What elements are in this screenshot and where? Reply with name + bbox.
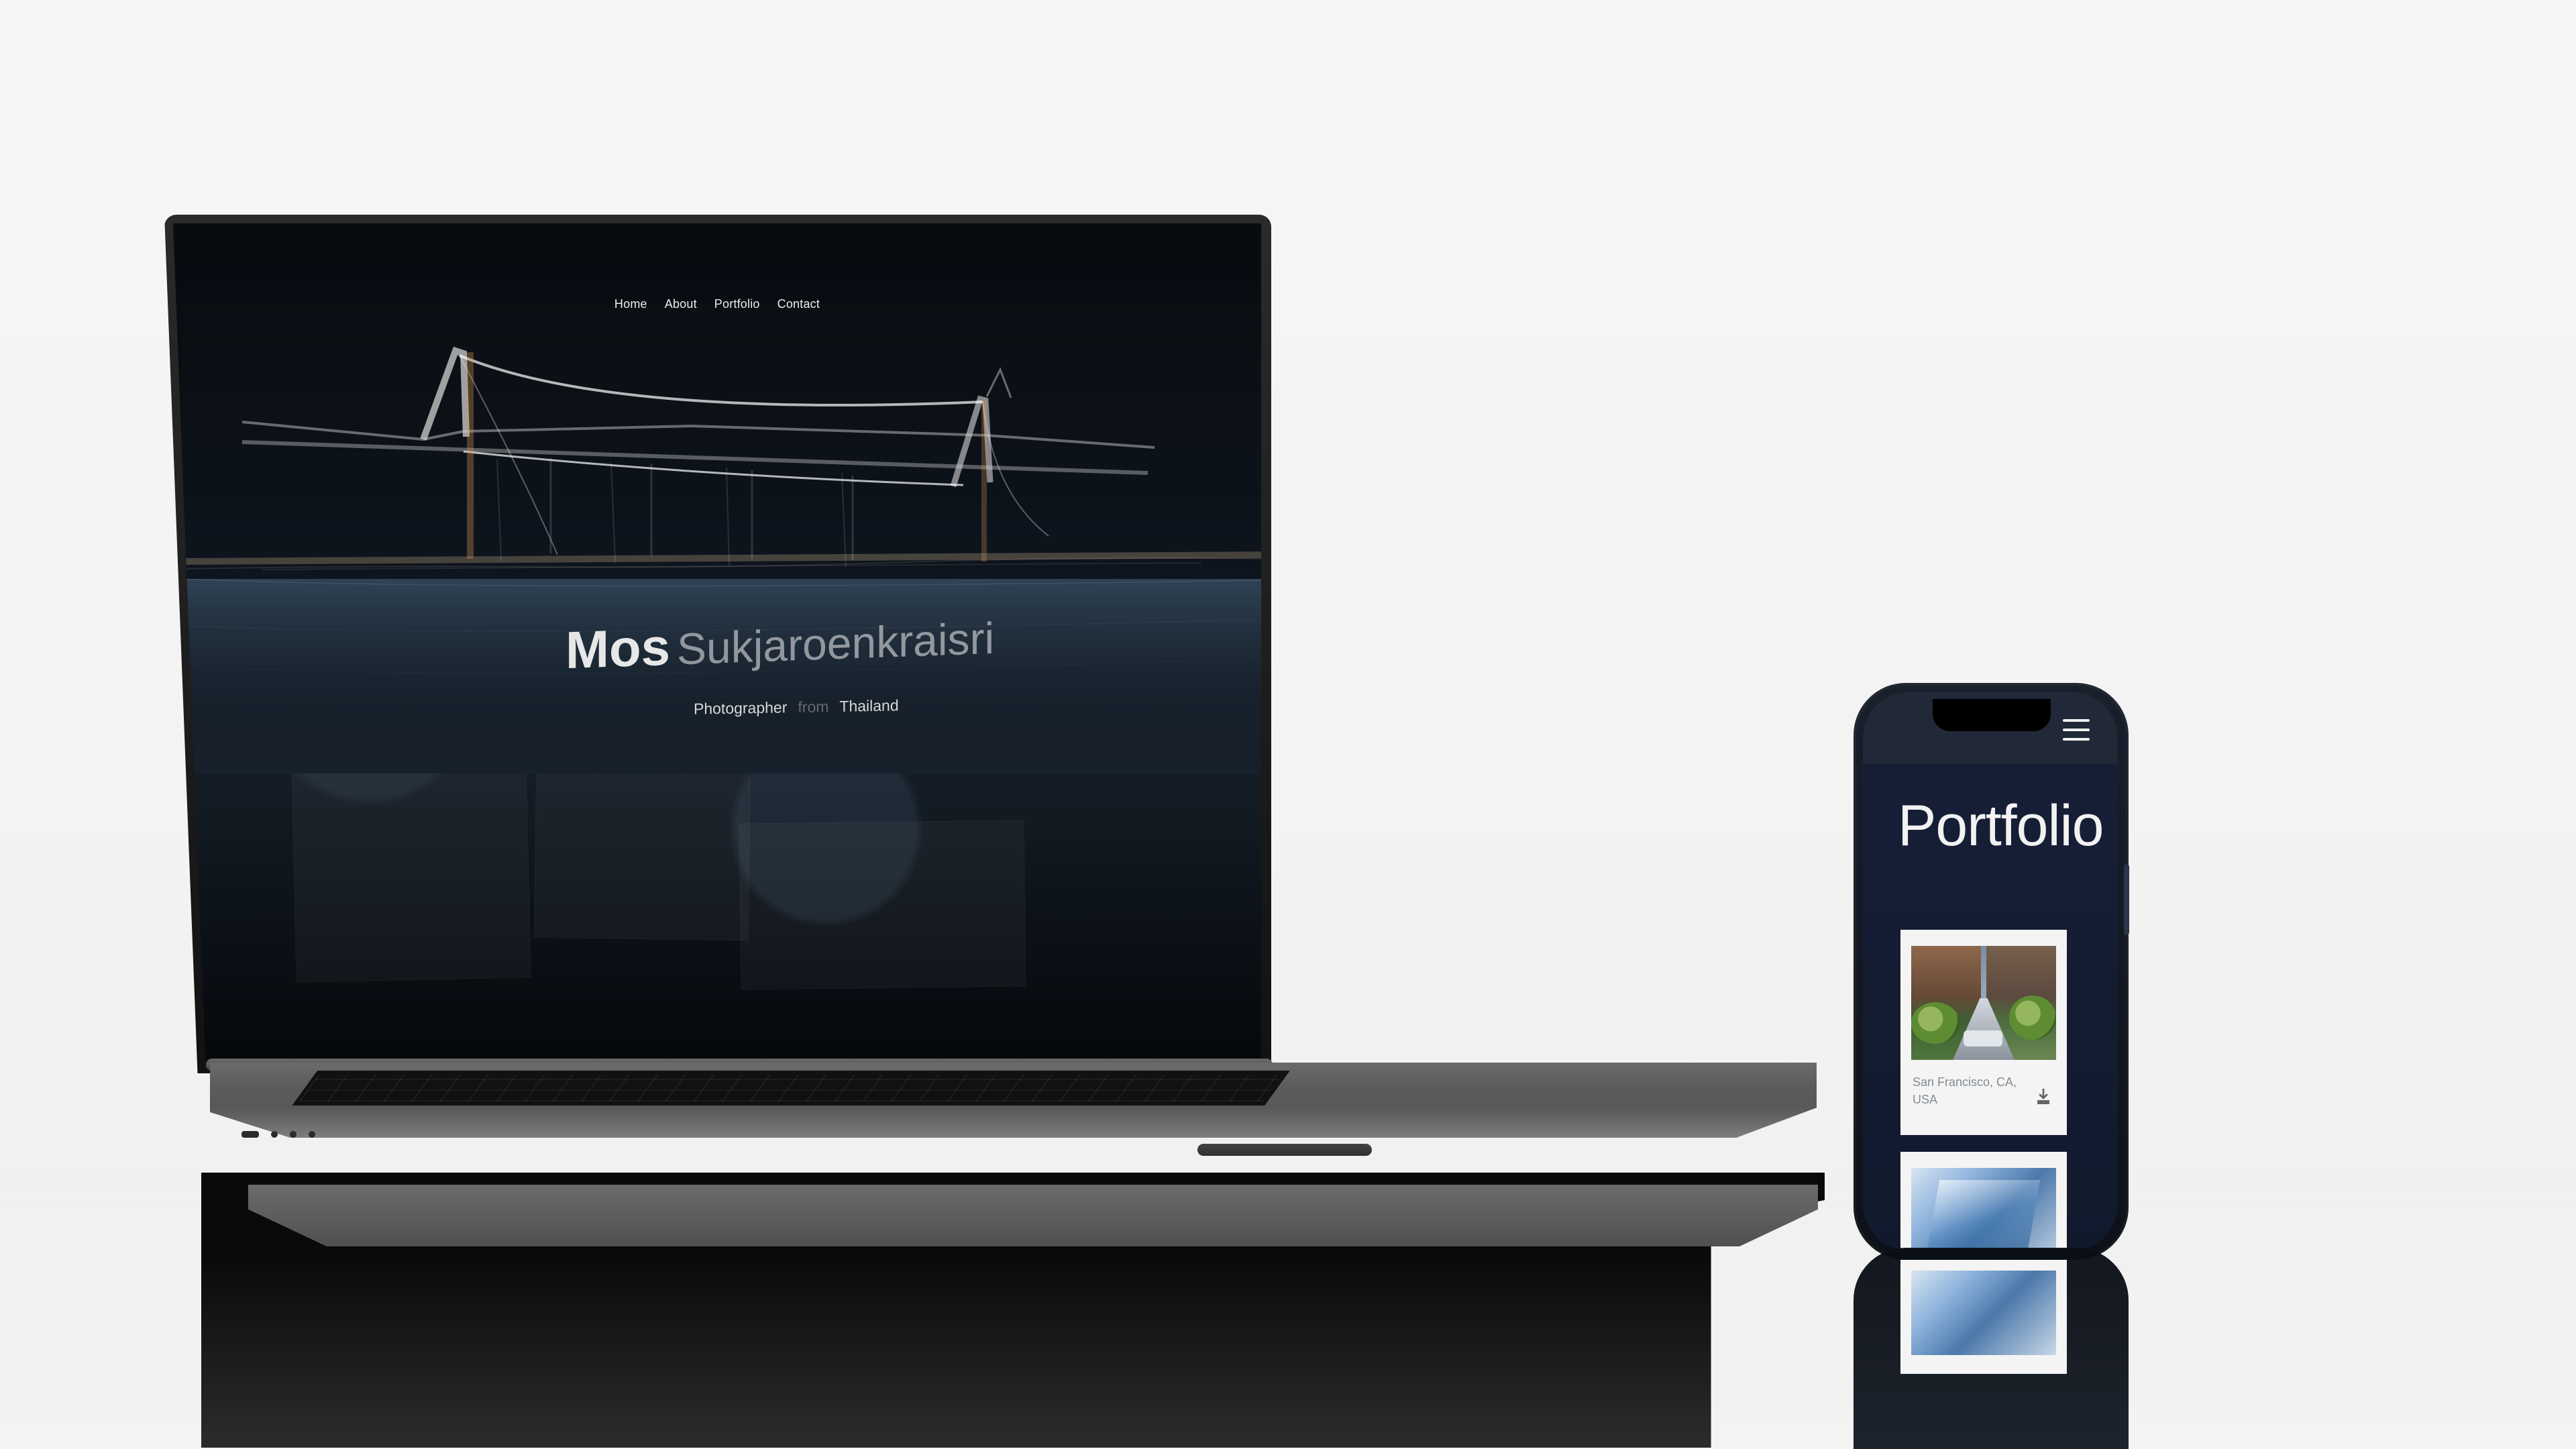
nav-portfolio[interactable]: Portfolio [714,297,760,324]
nav-about[interactable]: About [665,297,697,324]
laptop-port [309,1131,315,1138]
background-panel [291,756,531,983]
background-panel [739,820,1026,990]
hero-subtitle-connector: from [798,698,829,716]
phone-reflection [1854,1248,2129,1449]
portfolio-card-image [1911,1168,2056,1249]
nav-home[interactable]: Home [614,297,647,324]
laptop-screen: Home About Portfolio Contact Mos Sukjaro… [173,223,1261,1065]
portfolio-card[interactable] [1900,1152,2067,1249]
device-mockup-stage: Home About Portfolio Contact Mos Sukjaro… [0,0,2576,1449]
phone-reflection-card [1900,1260,2067,1374]
download-icon-svg [2037,1088,2049,1104]
portfolio-card[interactable]: San Francisco, CA, USA [1900,930,2067,1135]
phone-side-button [2124,864,2129,935]
hero-subtitle: Photographer from Thailand [694,696,899,718]
phone-notch [1933,699,2051,731]
hero-subtitle-role: Photographer [694,698,788,718]
laptop-port [290,1131,297,1138]
laptop-ports [241,1126,349,1143]
download-icon[interactable] [2036,1088,2051,1106]
phone-page-title: Portfolio [1898,794,2104,858]
hero-last-name: Sukjaroenkraisri [677,612,995,674]
laptop-lid: Home About Portfolio Contact Mos Sukjaro… [164,215,1271,1073]
laptop-reflection-base [248,1185,1818,1246]
laptop-base [210,1063,1817,1138]
laptop-front-notch [1197,1144,1372,1156]
hamburger-menu-icon[interactable] [2063,719,2090,742]
laptop-port [271,1131,278,1138]
keyboard [292,1071,1290,1106]
phone-screen: Portfolio San Francisco, CA, USA [1863,692,2118,1250]
portfolio-card-caption: San Francisco, CA, USA [1913,1075,2017,1106]
hero-subtitle-location: Thailand [839,696,899,715]
keyboard-keys [299,1075,1283,1102]
laptop-device: Home About Portfolio Contact Mos Sukjaro… [164,215,1818,1156]
nav-contact[interactable]: Contact [777,297,820,324]
laptop-nav: Home About Portfolio Contact [173,297,1261,324]
hero-first-name: Mos [566,616,670,680]
portfolio-card-image [1911,946,2056,1060]
laptop-port [241,1131,259,1138]
phone-device: Portfolio San Francisco, CA, USA [1854,683,2129,1260]
